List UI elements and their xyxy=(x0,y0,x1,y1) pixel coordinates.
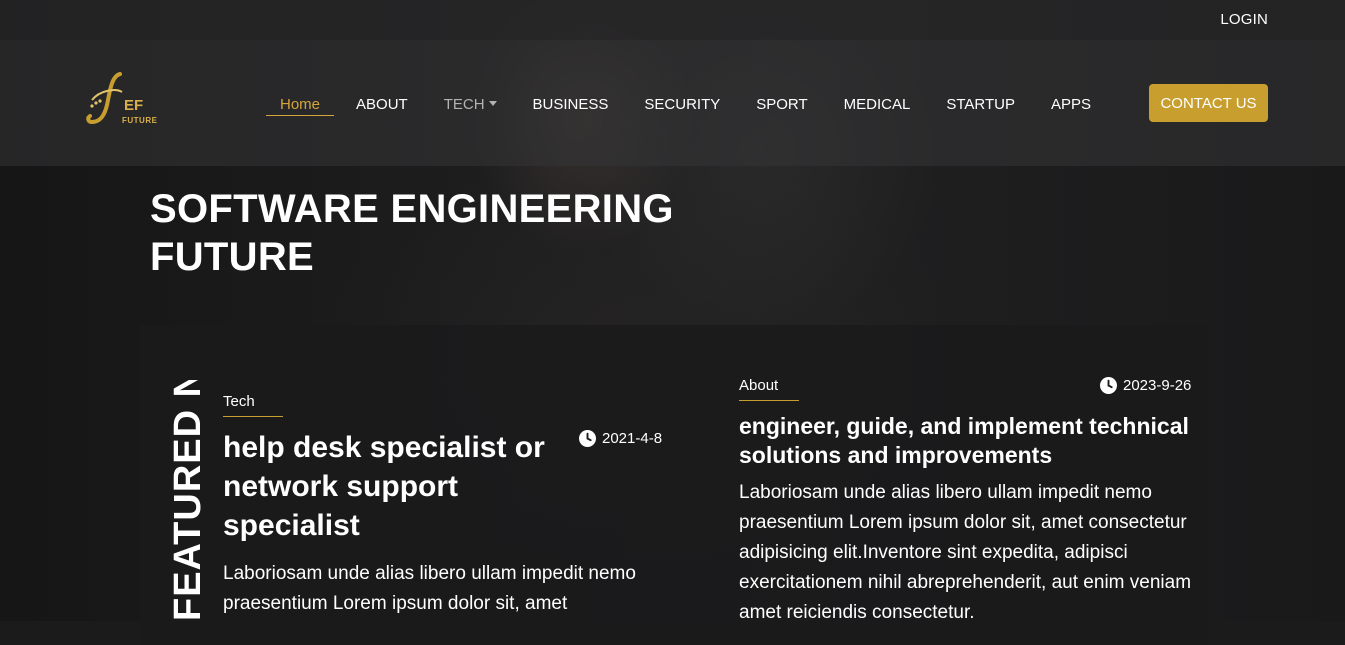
article-title[interactable]: help desk specialist or network support … xyxy=(223,428,568,545)
clock-icon xyxy=(1100,377,1117,394)
article-excerpt: Laboriosam unde alias libero ullam imped… xyxy=(739,482,1192,623)
article-date-text: 2021-4-8 xyxy=(602,430,663,447)
nav-item-label: BUSINESS xyxy=(532,95,609,113)
nav-item-apps[interactable]: APPS xyxy=(1033,86,1109,122)
caret-down-icon xyxy=(488,100,497,106)
article-category[interactable]: About xyxy=(739,377,800,401)
featured-news-label-wrap: FEATURED NEWS xyxy=(169,380,209,621)
logo-text: EF xyxy=(124,97,143,114)
page-title-line1: SOFTWARE ENGINEERING xyxy=(150,187,674,231)
nav-item-label: ABOUT xyxy=(356,95,408,113)
contact-us-button[interactable]: CONTACT US xyxy=(1149,84,1268,122)
logo-subtext: FUTURE xyxy=(122,116,158,125)
nav-item-label: APPS xyxy=(1050,95,1091,113)
nav-item-home[interactable]: Home xyxy=(262,86,338,122)
article-excerpt: Laboriosam unde alias libero ullam imped… xyxy=(223,563,636,614)
main-nav: Home ABOUT TECH BUSINESS SECURITY SPORT … xyxy=(262,86,1109,122)
nav-item-label: TECH xyxy=(443,95,485,113)
nav-item-sport[interactable]: SPORT xyxy=(738,86,825,122)
page-title-line2: FUTURE xyxy=(150,235,315,279)
nav-item-security[interactable]: SECURITY xyxy=(626,86,738,122)
nav-item-label: SECURITY xyxy=(644,95,721,113)
nav-item-about[interactable]: ABOUT xyxy=(338,86,426,122)
logo-mark-icon: EF FUTURE xyxy=(86,72,158,125)
article-date: 2023-9-26 xyxy=(1100,377,1191,394)
login-link[interactable]: LOGIN xyxy=(1220,11,1268,28)
nav-item-tech[interactable]: TECH xyxy=(426,86,515,122)
login-strip xyxy=(0,0,1345,40)
article-date: 2021-4-8 xyxy=(579,430,662,447)
nav-item-label: STARTUP xyxy=(946,95,1015,113)
nav-item-startup[interactable]: STARTUP xyxy=(928,86,1033,122)
article-date-text: 2023-9-26 xyxy=(1123,377,1192,394)
clock-icon xyxy=(579,430,596,447)
article-title[interactable]: engineer, guide, and implement technical… xyxy=(739,412,1204,470)
nav-item-medical[interactable]: MEDICAL xyxy=(826,86,929,122)
nav-item-label: Home xyxy=(280,95,321,113)
nav-item-business[interactable]: BUSINESS xyxy=(515,86,627,122)
nav-item-label: MEDICAL xyxy=(843,95,911,113)
article-category[interactable]: Tech xyxy=(223,393,283,417)
site-logo[interactable]: EF FUTURE xyxy=(86,70,166,130)
featured-news-label: FEATURED NEWS xyxy=(169,380,209,621)
page-title: SOFTWARE ENGINEERING FUTURE xyxy=(150,185,710,281)
nav-item-label: SPORT xyxy=(756,95,808,113)
